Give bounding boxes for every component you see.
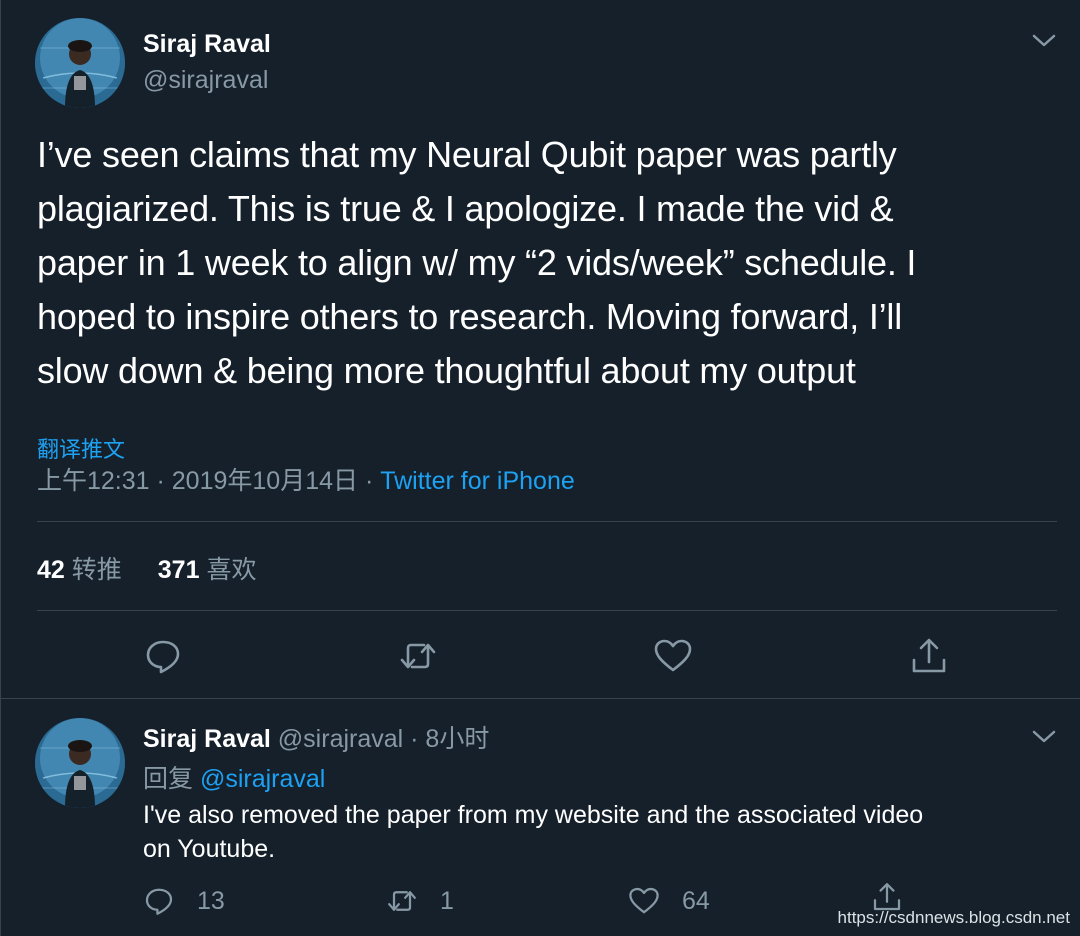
retweets-stat[interactable]: 42 转推 <box>37 556 122 584</box>
reply-header: Siraj Raval @sirajraval · 8小时 <box>143 719 489 755</box>
tweet-thread-page: Siraj Raval @sirajraval I’ve seen claims… <box>0 0 1080 936</box>
reply-action[interactable]: 13 <box>143 884 225 918</box>
replying-label: 回复 <box>143 765 200 793</box>
tweet-text: I’ve seen claims that my Neural Qubit pa… <box>37 128 1057 398</box>
like-action[interactable]: 64 <box>628 884 710 918</box>
mention-link[interactable]: @sirajraval <box>200 765 325 793</box>
tweet-text-line: paper in 1 week to align w/ my “2 vids/w… <box>37 242 917 283</box>
like-icon[interactable] <box>653 636 693 676</box>
retweets-count: 42 <box>37 556 65 584</box>
divider <box>37 521 1057 522</box>
tweet-meta: 上午12:31 · 2019年10月14日 · Twitter for iPho… <box>37 461 575 497</box>
main-tweet: Siraj Raval @sirajraval I’ve seen claims… <box>1 0 1080 699</box>
retweet-count: 1 <box>440 886 454 915</box>
author-handle[interactable]: @sirajraval · 8小时 <box>271 725 490 753</box>
reply-icon[interactable] <box>143 636 183 676</box>
retweet-action[interactable]: 1 <box>386 884 454 918</box>
reply-text-line: I've also removed the paper from my webs… <box>143 801 924 829</box>
tweet-text-line: hoped to inspire others to research. Mov… <box>37 296 903 337</box>
timestamp[interactable]: 上午12:31 · 2019年10月14日 · <box>37 467 380 495</box>
likes-label: 喜欢 <box>206 556 257 584</box>
share-icon[interactable] <box>909 636 949 676</box>
retweets-label: 转推 <box>71 556 122 584</box>
likes-stat[interactable]: 371 喜欢 <box>158 556 257 584</box>
like-count: 64 <box>682 886 710 915</box>
avatar[interactable] <box>35 18 125 108</box>
author-name[interactable]: Siraj Raval <box>143 725 271 753</box>
tweet-text-line: slow down & being more thoughtful about … <box>37 350 856 391</box>
chevron-down-icon[interactable] <box>1031 728 1057 746</box>
translate-tweet-link[interactable]: 翻译推文 <box>37 432 125 464</box>
reply-text-line: on Youtube. <box>143 835 276 863</box>
watermark: https://csdnnews.blog.csdn.net <box>837 908 1070 927</box>
author-name[interactable]: Siraj Raval <box>143 30 271 59</box>
replying-to: 回复 @sirajraval <box>143 759 325 795</box>
reply-count: 13 <box>197 886 225 915</box>
likes-count: 371 <box>157 556 200 584</box>
chevron-down-icon[interactable] <box>1031 32 1057 50</box>
avatar-image <box>35 18 125 108</box>
author-handle[interactable]: @sirajraval <box>143 66 268 95</box>
like-icon <box>628 885 660 917</box>
divider <box>37 610 1057 611</box>
tweet-text-line: I’ve seen claims that my Neural Qubit pa… <box>37 134 897 175</box>
reply-icon <box>143 885 175 917</box>
tweet-text-line: plagiarized. This is true & I apologize.… <box>37 188 894 229</box>
reply-text: I've also removed the paper from my webs… <box>143 798 1043 866</box>
retweet-icon[interactable] <box>398 636 438 676</box>
avatar[interactable] <box>35 718 125 808</box>
source-link[interactable]: Twitter for iPhone <box>380 467 575 495</box>
tweet-stats: 42 转推 371 喜欢 <box>37 550 256 586</box>
retweet-icon <box>386 885 418 917</box>
avatar-image <box>35 718 125 808</box>
